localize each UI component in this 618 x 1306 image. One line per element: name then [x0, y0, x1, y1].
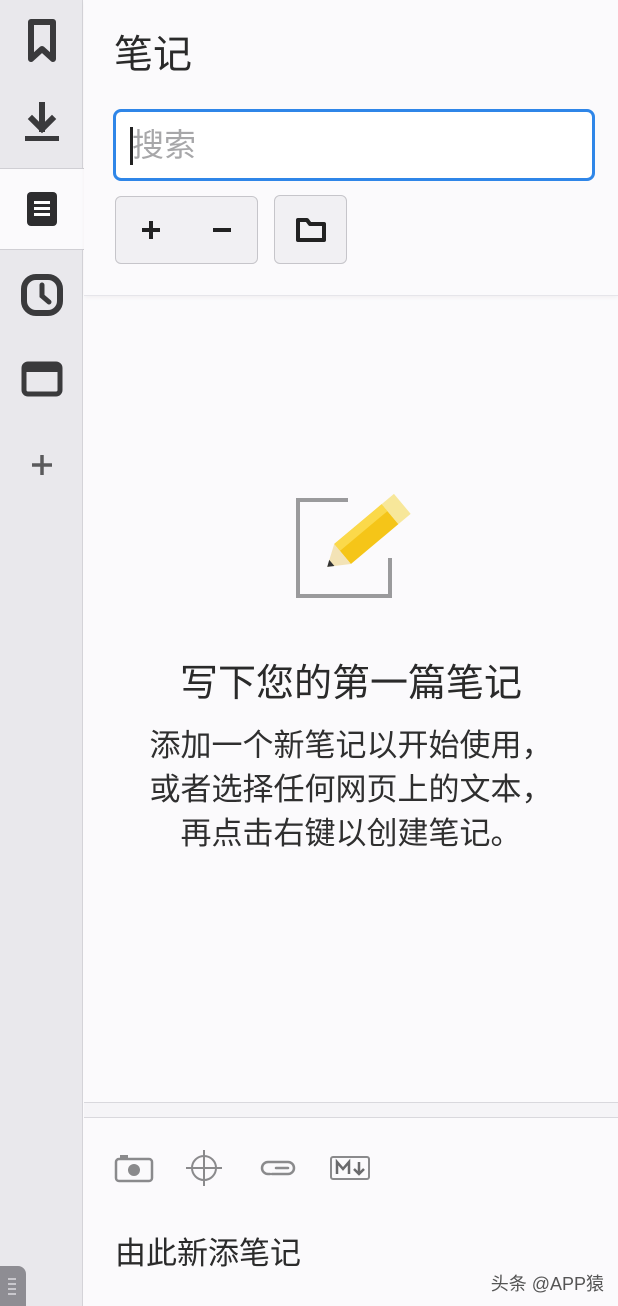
attach-button[interactable]	[256, 1148, 300, 1188]
paperclip-icon	[260, 1160, 296, 1176]
folder-icon	[295, 217, 326, 242]
capture-page-button[interactable]	[182, 1148, 226, 1188]
markdown-button[interactable]	[328, 1148, 372, 1188]
plus-icon	[142, 221, 161, 239]
sidebar-item-notes[interactable]	[0, 168, 84, 250]
watermark: 头条 @APP猿	[490, 1274, 604, 1294]
window-icon	[21, 361, 62, 397]
new-folder-button[interactable]	[274, 195, 347, 264]
download-icon	[24, 102, 59, 141]
minus-icon	[212, 228, 231, 232]
new-note-input[interactable]: 由此新添笔记	[115, 1232, 301, 1276]
grip-icon	[8, 1278, 16, 1280]
empty-state-description: 添加一个新笔记以开始使用，或者选择任何网页上的文本， 再点击右键以创建笔记。	[149, 728, 553, 852]
notes-header: 笔记	[84, 0, 618, 296]
text-caret	[130, 127, 133, 165]
sidebar-item-add[interactable]	[0, 424, 83, 506]
divider	[84, 1102, 618, 1118]
sidebar-item-history[interactable]	[0, 254, 83, 336]
camera-icon	[114, 1155, 154, 1183]
screenshot-button[interactable]	[112, 1148, 156, 1188]
pencil-note-icon	[296, 493, 411, 598]
crosshair-icon	[186, 1150, 222, 1186]
history-icon	[20, 274, 63, 316]
remove-note-button[interactable]	[187, 197, 258, 263]
sidebar-item-bookmarks[interactable]	[0, 0, 83, 82]
search-box[interactable]	[113, 109, 595, 181]
markdown-icon	[330, 1156, 370, 1180]
plus-icon	[31, 455, 52, 475]
add-note-button[interactable]	[116, 197, 187, 263]
empty-state-title: 写下您的第一篇笔记	[179, 661, 522, 705]
search-input[interactable]	[116, 112, 592, 178]
add-remove-group	[115, 196, 258, 264]
panel-resize-handle[interactable]	[0, 1266, 26, 1306]
sidebar-item-windows[interactable]	[0, 338, 83, 420]
sidebar-item-downloads[interactable]	[0, 82, 83, 164]
empty-state: 写下您的第一篇笔记 添加一个新笔记以开始使用，或者选择任何网页上的文本， 再点击…	[84, 296, 618, 1106]
bookmark-icon	[27, 19, 56, 62]
page-title: 笔记	[114, 33, 193, 78]
notes-panel: 笔记 写下您的第一篇笔记	[84, 0, 618, 1306]
sidebar	[0, 0, 84, 1306]
notes-icon	[27, 192, 57, 226]
